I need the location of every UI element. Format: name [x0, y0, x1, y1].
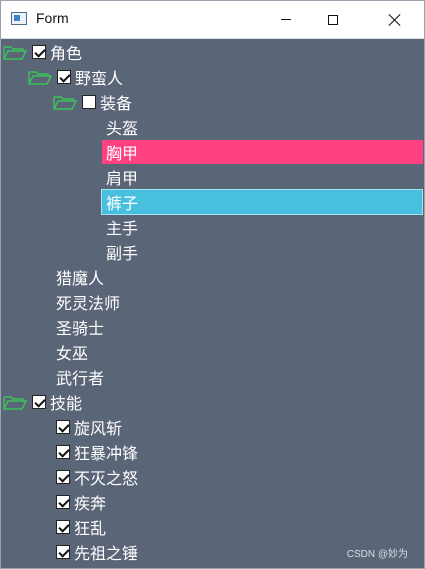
tree-item-off-hand[interactable]: 副手 — [102, 240, 423, 264]
tree-item-role[interactable]: 死灵法师 — [52, 290, 120, 314]
folder-open-icon — [28, 71, 53, 85]
skill-checkbox[interactable] — [56, 470, 70, 484]
tree-node-label: 技能 — [50, 394, 83, 413]
tree-item-label: 死灵法师 — [56, 294, 121, 313]
tree-item-skill[interactable]: 狂乱 — [52, 515, 106, 539]
minimize-button[interactable] — [263, 1, 309, 38]
maximize-icon — [328, 14, 338, 25]
tree-item-label: 疾奔 — [74, 494, 107, 513]
tree-item-label: 猎魔人 — [56, 269, 105, 288]
minimize-icon — [281, 19, 291, 20]
close-button[interactable] — [372, 1, 418, 38]
tree-item-label: 女巫 — [56, 344, 89, 363]
form-window: Form 角色 野蛮人 装备 头盔 胸甲 肩甲 裤子 主手 副手 猎魔人 死灵法… — [0, 0, 425, 569]
tree-item-role[interactable]: 女巫 — [52, 340, 88, 364]
tree-item-label: 胸甲 — [106, 144, 139, 163]
skills-checkbox[interactable] — [32, 395, 46, 409]
tree-item-pants-selected[interactable]: 裤子 — [101, 189, 423, 215]
tree-item-skill[interactable]: 先祖之锤 — [52, 540, 138, 564]
tree-item-label: 裤子 — [106, 194, 139, 213]
tree-item-label: 狂乱 — [74, 519, 107, 538]
folder-open-icon — [3, 46, 28, 60]
tree-item-label: 武行者 — [56, 369, 105, 388]
skill-checkbox[interactable] — [56, 420, 70, 434]
skill-checkbox[interactable] — [56, 520, 70, 534]
tree-item-role[interactable]: 猎魔人 — [52, 265, 104, 289]
skill-checkbox[interactable] — [56, 445, 70, 459]
title-bar[interactable]: Form — [1, 1, 424, 39]
tree-item-main-hand[interactable]: 主手 — [102, 215, 423, 239]
tree-node-label: 装备 — [100, 94, 133, 113]
role-checkbox[interactable] — [32, 45, 46, 59]
tree-item-label: 头盔 — [106, 119, 139, 138]
tree-node-barbarian[interactable]: 野蛮人 — [27, 65, 123, 89]
folder-open-icon — [3, 396, 28, 410]
tree-item-role[interactable]: 圣骑士 — [52, 315, 104, 339]
tree-item-label: 旋风斩 — [74, 419, 123, 438]
tree-item-shoulders[interactable]: 肩甲 — [102, 165, 423, 189]
tree-item-label: 圣骑士 — [56, 319, 105, 338]
tree-item-label: 先祖之锤 — [74, 544, 139, 563]
app-icon — [11, 12, 27, 25]
tree-item-label: 狂暴冲锋 — [74, 444, 139, 463]
maximize-button[interactable] — [310, 1, 356, 38]
tree-item-label: 副手 — [106, 244, 139, 263]
tree-item-skill[interactable]: 疾奔 — [52, 490, 106, 514]
tree-item-label: 肩甲 — [106, 169, 139, 188]
tree-node-skills[interactable]: 技能 — [2, 390, 82, 414]
folder-open-icon — [53, 96, 78, 110]
tree-item-chest-selected[interactable]: 胸甲 — [102, 140, 423, 164]
tree-item-role[interactable]: 武行者 — [52, 365, 104, 389]
tree-item-skill[interactable]: 旋风斩 — [52, 415, 122, 439]
tree-node-role[interactable]: 角色 — [2, 40, 82, 64]
skill-checkbox[interactable] — [56, 495, 70, 509]
tree-item-skill[interactable]: 狂暴冲锋 — [52, 440, 138, 464]
close-icon — [388, 13, 402, 27]
window-title: Form — [36, 10, 69, 26]
tree-node-equipment[interactable]: 装备 — [52, 90, 132, 114]
tree-node-label: 野蛮人 — [75, 69, 124, 88]
watermark: CSDN @妙为 — [346, 549, 408, 560]
tree-item-skill[interactable]: 不灭之怒 — [52, 465, 138, 489]
tree-item-label: 不灭之怒 — [74, 469, 139, 488]
tree-item-helmet[interactable]: 头盔 — [102, 115, 423, 139]
barbarian-checkbox[interactable] — [57, 70, 71, 84]
tree-node-label: 角色 — [50, 44, 83, 63]
skill-checkbox[interactable] — [56, 545, 70, 559]
equipment-checkbox[interactable] — [82, 95, 96, 109]
tree-item-label: 主手 — [106, 219, 139, 238]
